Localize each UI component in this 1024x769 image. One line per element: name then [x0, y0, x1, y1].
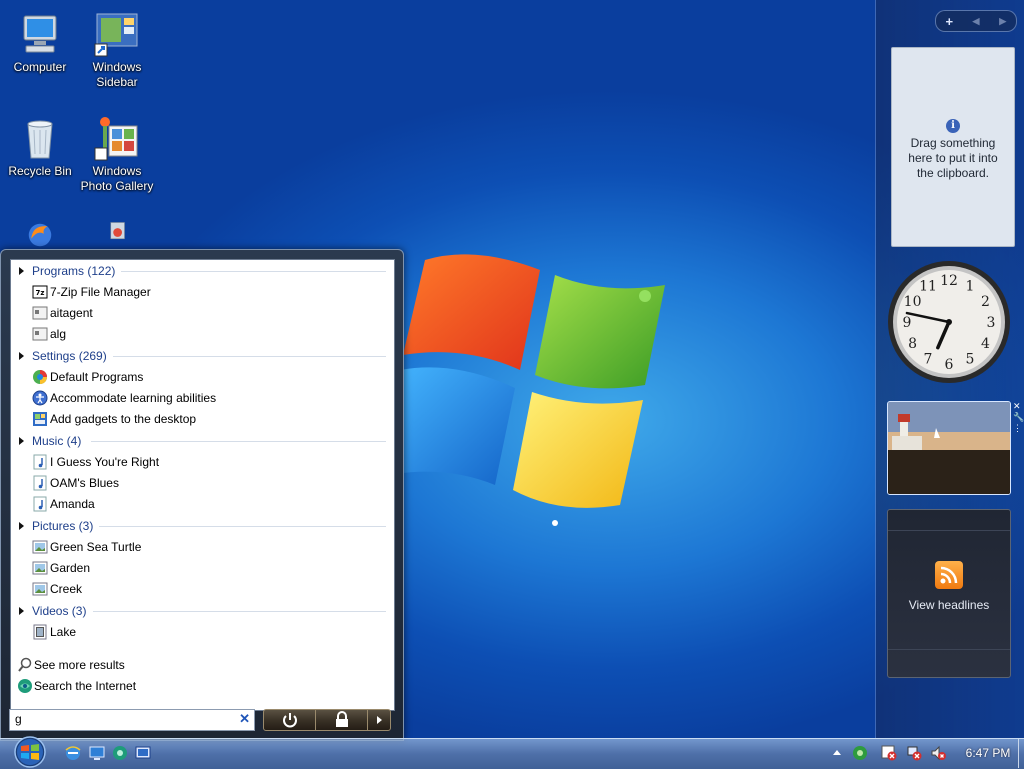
- show-desktop-icon[interactable]: [88, 744, 106, 762]
- lock-button[interactable]: [315, 709, 369, 731]
- search-results-panel: Programs (122) 7z 7-Zip File Manager ait…: [10, 259, 395, 711]
- internet-search-icon: [18, 679, 32, 693]
- clock-numeral: 6: [945, 357, 954, 373]
- results-group-header[interactable]: Music (4): [11, 431, 394, 451]
- clock-numeral: 11: [919, 279, 937, 295]
- music-file-icon: [33, 496, 47, 512]
- drag-handle-icon[interactable]: ⋮: [1013, 423, 1023, 434]
- power-icon: [283, 713, 297, 728]
- recycle-bin-icon: [27, 120, 53, 159]
- clock-numeral: 5: [966, 351, 975, 367]
- remote-desktop-icon[interactable]: [134, 744, 152, 762]
- picture-file-icon: [32, 561, 48, 575]
- info-icon: i: [946, 119, 960, 133]
- firefox-icon: [28, 223, 52, 247]
- show-desktop-button[interactable]: [1018, 739, 1024, 768]
- start-search-input[interactable]: [12, 711, 238, 727]
- expand-arrow-icon: [19, 352, 24, 360]
- start-search-box[interactable]: ✕: [9, 709, 255, 731]
- clock-numeral: 2: [981, 294, 990, 310]
- clear-search-icon[interactable]: ✕: [239, 711, 250, 727]
- music-file-icon: [33, 475, 47, 491]
- clipboard-gadget[interactable]: i Drag something here to put it into the…: [891, 47, 1015, 247]
- expand-arrow-icon: [19, 522, 24, 530]
- app-icon: [32, 327, 48, 341]
- desktop-icon-computer[interactable]: Computer: [0, 10, 80, 75]
- taskbar-clock[interactable]: 6:47 PM: [960, 746, 1016, 760]
- clock-numeral: 4: [981, 336, 990, 352]
- close-icon[interactable]: ✕: [1013, 401, 1023, 412]
- internet-explorer-icon[interactable]: [64, 744, 82, 762]
- desktop-icon-label: Computer: [13, 60, 67, 74]
- desktop-icon-label: Windows Sidebar: [92, 60, 142, 89]
- network-disconnected-icon[interactable]: [906, 745, 922, 761]
- chevron-right-icon: [377, 716, 382, 724]
- add-gadget-button[interactable]: +: [936, 14, 963, 29]
- results-group-header[interactable]: Programs (122): [11, 261, 394, 281]
- clock-numeral: 10: [904, 294, 922, 310]
- more-options-button[interactable]: [367, 709, 391, 731]
- clock-numeral: 12: [940, 273, 958, 289]
- clock-numeral: 3: [987, 315, 996, 331]
- switch-windows-icon[interactable]: [111, 744, 129, 762]
- search-icon: [18, 657, 32, 672]
- sidebar-controls: + ◀ ▶: [935, 10, 1017, 32]
- lighthouse-photo: [888, 402, 1010, 494]
- clock-numeral: 7: [924, 351, 933, 367]
- svg-text:7z: 7z: [36, 289, 45, 297]
- lock-icon: [336, 711, 348, 727]
- expand-arrow-icon: [19, 267, 24, 275]
- clock-gadget[interactable]: 1234567891011 12: [886, 259, 1012, 385]
- show-hidden-icons-arrow[interactable]: [829, 745, 845, 761]
- next-gadgets-button[interactable]: ▶: [989, 16, 1016, 27]
- rss-icon: [935, 561, 963, 589]
- computer-icon: [23, 15, 57, 53]
- slideshow-gadget[interactable]: [887, 401, 1011, 495]
- shutdown-button[interactable]: [263, 709, 317, 731]
- desktop-icon-windows-sidebar[interactable]: Windows Sidebar: [77, 10, 157, 90]
- desktop-icon-label: Windows Photo Gallery: [80, 164, 154, 193]
- previous-gadgets-button[interactable]: ◀: [963, 16, 990, 27]
- clipboard-message: Drag something here to put it into the c…: [908, 136, 998, 180]
- view-headlines-link[interactable]: View headlines: [888, 598, 1010, 612]
- 7zip-icon: 7z: [32, 285, 48, 299]
- gadgets-icon: [33, 412, 47, 426]
- media-center-icon: [110, 222, 125, 240]
- expand-arrow-icon: [19, 437, 24, 445]
- desktop-icon-firefox[interactable]: [0, 220, 80, 252]
- feed-headlines-gadget[interactable]: View headlines: [887, 509, 1011, 678]
- picture-file-icon: [32, 582, 48, 596]
- options-icon[interactable]: 🔧: [1013, 412, 1024, 423]
- results-group-header[interactable]: Videos (3): [11, 601, 394, 621]
- video-file-icon: [33, 624, 47, 640]
- start-button[interactable]: [9, 735, 51, 769]
- app-icon: [32, 306, 48, 320]
- network-status-icon[interactable]: [852, 745, 868, 761]
- desktop-icon-windows-photo-gallery[interactable]: Windows Photo Gallery: [77, 114, 157, 194]
- clock-numeral: 8: [908, 336, 917, 352]
- start-menu: Programs (122) 7z 7-Zip File Manager ait…: [0, 249, 404, 741]
- volume-muted-icon[interactable]: [930, 745, 946, 761]
- gadget-tools: ✕ 🔧 ⋮: [1013, 401, 1024, 434]
- clock-numeral: 9: [903, 315, 912, 331]
- desktop-icon-recycle-bin[interactable]: Recycle Bin: [0, 114, 80, 179]
- default-programs-icon: [33, 370, 47, 384]
- expand-arrow-icon: [19, 607, 24, 615]
- action-center-error-icon[interactable]: [881, 745, 897, 761]
- results-group-header[interactable]: Pictures (3): [11, 516, 394, 536]
- results-group-header[interactable]: Settings (269): [11, 346, 394, 366]
- desktop-icon-label: Recycle Bin: [8, 164, 72, 178]
- wallpaper-windows-logo: [395, 254, 665, 526]
- photo-gallery-icon: [94, 117, 138, 161]
- picture-file-icon: [32, 540, 48, 554]
- taskbar: [0, 738, 1024, 769]
- ease-of-access-icon: [32, 390, 48, 406]
- sidebar-icon: [94, 13, 138, 57]
- clock-numeral: 1: [966, 279, 975, 295]
- music-file-icon: [33, 454, 47, 470]
- desktop-icon-media[interactable]: [77, 220, 157, 252]
